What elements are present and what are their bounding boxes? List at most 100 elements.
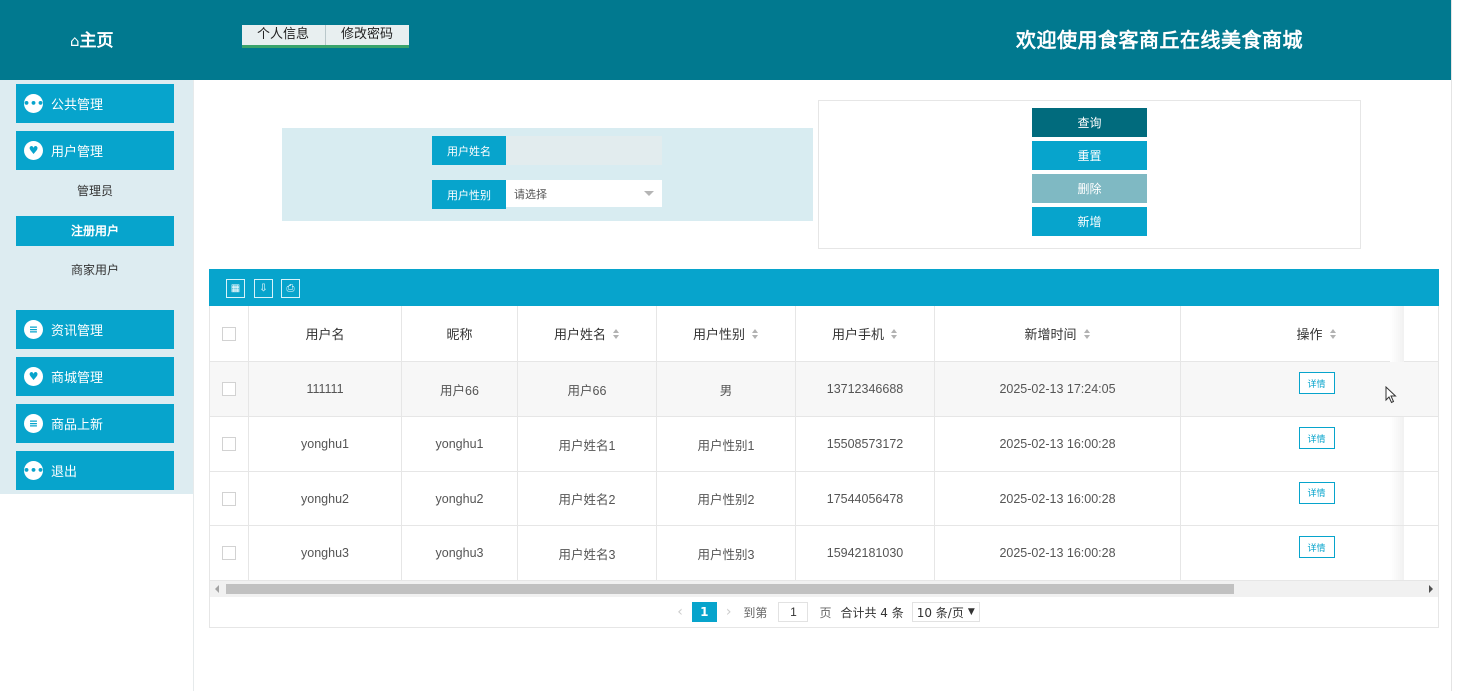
horizontal-scrollbar[interactable] — [210, 581, 1438, 597]
row-checkbox[interactable] — [222, 491, 236, 506]
cell-gender: 用户性别2 — [657, 472, 796, 525]
menu-mall-management[interactable]: ♥ 商城管理 — [16, 357, 174, 396]
columns-icon[interactable]: ▦ — [226, 279, 245, 298]
table-row[interactable]: yonghu2 yonghu2 用户姓名2 用户性别2 17544056478 … — [210, 472, 1438, 526]
row-select-cell — [210, 472, 249, 525]
current-page-button[interactable]: 1 — [691, 602, 717, 622]
col-label: 用户姓名 — [553, 327, 606, 342]
name-search-input[interactable] — [506, 136, 662, 165]
row-select-cell — [210, 362, 249, 416]
menu-label: 商品上新 — [51, 418, 104, 433]
detail-button[interactable]: 详情 — [1298, 536, 1335, 558]
right-scrollbar-track — [1451, 0, 1457, 691]
col-nickname[interactable]: 昵称 — [402, 306, 518, 361]
cell-phone: 17544056478 — [796, 472, 935, 525]
welcome-title: 欢迎使用食客商丘在线美食商城 — [1016, 28, 1303, 52]
cell-created-time: 2025-02-13 17:24:05 — [935, 362, 1181, 416]
scroll-left-icon[interactable] — [215, 585, 219, 593]
menu-news-management[interactable]: ≡ 资讯管理 — [16, 310, 174, 349]
cell-realname: 用户姓名3 — [518, 526, 657, 580]
sort-icon[interactable] — [1083, 328, 1091, 339]
col-username[interactable]: 用户名 — [249, 306, 402, 361]
page-unit-label: 页 — [819, 605, 832, 620]
cell-username: yonghu2 — [249, 472, 402, 525]
cell-phone: 15942181030 — [796, 526, 935, 580]
list-icon: ≡ — [24, 414, 43, 433]
detail-button[interactable]: 详情 — [1298, 427, 1335, 449]
chevron-down-icon: ▼ — [967, 607, 975, 617]
cell-actions: 详情 — [1195, 362, 1438, 416]
select-all-cell — [210, 306, 249, 361]
action-panel: 查询 重置 删除 新增 — [818, 100, 1361, 249]
table-row[interactable]: yonghu3 yonghu3 用户姓名3 用户性别3 15942181030 … — [210, 526, 1438, 581]
reset-button[interactable]: 重置 — [1032, 141, 1147, 170]
top-header: ⌂主页 个人信息 修改密码 欢迎使用食客商丘在线美食商城 — [0, 0, 1457, 80]
detail-button[interactable]: 详情 — [1298, 372, 1335, 394]
col-label: 用户性别 — [692, 327, 745, 342]
col-label: 用户手机 — [831, 327, 884, 342]
scroll-right-icon[interactable] — [1429, 585, 1433, 593]
goto-page-input[interactable] — [778, 602, 809, 622]
print-icon[interactable]: ⎙ — [281, 279, 300, 298]
row-select-cell — [210, 526, 249, 580]
cell-username: yonghu3 — [249, 526, 402, 580]
sort-icon[interactable] — [613, 328, 620, 339]
menu-user-management[interactable]: ♥ 用户管理 — [16, 131, 174, 170]
add-button[interactable]: 新增 — [1032, 207, 1147, 236]
menu-label: 商城管理 — [51, 371, 104, 386]
cell-created-time: 2025-02-13 16:00:28 — [935, 472, 1181, 525]
menu-logout[interactable]: ••• 退出 — [16, 451, 174, 490]
page-size-value: 10 条/页 — [916, 605, 964, 620]
profile-button[interactable]: 个人信息 — [242, 25, 325, 45]
cell-nickname: yonghu2 — [402, 472, 518, 525]
next-page-button[interactable]: › — [726, 604, 732, 620]
select-all-checkbox[interactable] — [222, 326, 236, 341]
submenu-admin[interactable]: 管理员 — [16, 176, 174, 206]
col-realname[interactable]: 用户姓名 — [518, 306, 657, 361]
cell-created-time: 2025-02-13 16:00:28 — [935, 417, 1181, 471]
heart-icon: ♥ — [24, 367, 43, 386]
cell-nickname: yonghu3 — [402, 526, 518, 580]
cell-realname: 用户姓名2 — [518, 472, 657, 525]
sort-icon[interactable] — [891, 328, 898, 339]
detail-button[interactable]: 详情 — [1298, 481, 1335, 504]
menu-new-products[interactable]: ≡ 商品上新 — [16, 404, 174, 443]
col-created-time[interactable]: 新增时间 — [935, 306, 1181, 361]
sort-icon[interactable] — [1329, 328, 1337, 339]
table-row[interactable]: 111111 用户66 用户66 男 13712346688 2025-02-1… — [210, 362, 1438, 417]
cell-nickname: yonghu1 — [402, 417, 518, 471]
menu-label: 用户管理 — [51, 145, 104, 160]
col-phone[interactable]: 用户手机 — [796, 306, 935, 361]
submenu-registered-users[interactable]: 注册用户 — [16, 216, 174, 246]
prev-page-button[interactable]: ‹ — [677, 604, 683, 620]
gender-select-placeholder: 请选择 — [514, 187, 547, 201]
sort-icon[interactable] — [752, 328, 759, 339]
col-gender[interactable]: 用户性别 — [657, 306, 796, 361]
export-icon[interactable]: ⇩ — [254, 279, 273, 298]
cell-username: yonghu1 — [249, 417, 402, 471]
cell-actions: 详情 — [1195, 526, 1438, 580]
row-checkbox[interactable] — [222, 382, 236, 396]
gender-label: 用户性别 — [432, 180, 506, 209]
delete-button[interactable]: 删除 — [1032, 174, 1147, 203]
col-label: 用户名 — [305, 327, 345, 342]
gender-select[interactable]: 请选择 — [506, 180, 662, 207]
row-checkbox[interactable] — [222, 437, 236, 451]
change-password-button[interactable]: 修改密码 — [325, 25, 409, 45]
submenu-merchant-users[interactable]: 商家用户 — [16, 255, 174, 285]
page-size-select[interactable]: 10 条/页 ▼ — [911, 602, 980, 622]
chevron-down-icon — [644, 191, 654, 196]
table-row[interactable]: yonghu1 yonghu1 用户姓名1 用户性别1 15508573172 … — [210, 417, 1438, 472]
cell-actions: 详情 — [1195, 417, 1438, 471]
menu-public-management[interactable]: ••• 公共管理 — [16, 84, 174, 123]
cell-gender: 用户性别1 — [657, 417, 796, 471]
query-button[interactable]: 查询 — [1032, 108, 1147, 137]
scrollbar-thumb[interactable] — [226, 584, 1234, 594]
pagination: ‹ 1 › 到第 页 合计共 4 条 10 条/页▼ — [210, 598, 1438, 626]
top-tab-bar: 个人信息 修改密码 — [242, 25, 410, 48]
home-link[interactable]: ⌂主页 — [70, 26, 114, 51]
row-checkbox[interactable] — [222, 546, 236, 560]
cell-phone: 15508573172 — [796, 417, 935, 471]
cell-actions: 详情 — [1195, 472, 1438, 525]
col-label: 新增时间 — [1024, 327, 1077, 342]
